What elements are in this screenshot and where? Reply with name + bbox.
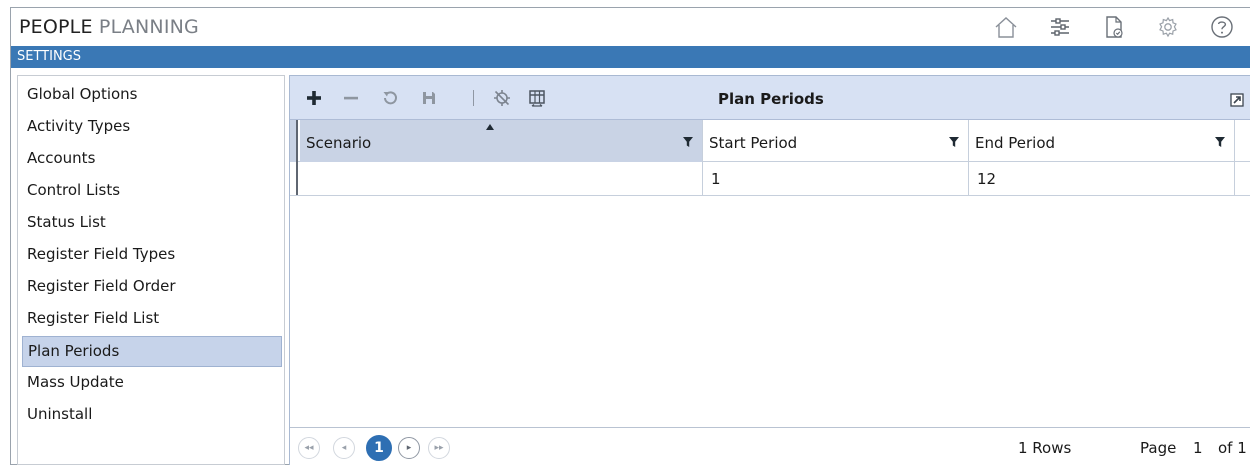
cell-value: 12 [977, 170, 997, 188]
column-label: Start Period [709, 134, 798, 152]
nav-item-mass-update[interactable]: Mass Update [22, 368, 282, 399]
column-header-start-period[interactable]: Start Period [703, 120, 969, 162]
help-icon[interactable] [1207, 12, 1237, 42]
column-label: End Period [975, 134, 1056, 152]
filter-icon[interactable] [682, 136, 694, 148]
sort-ascending-icon [486, 124, 494, 130]
column-header-scenario[interactable]: Scenario [300, 120, 703, 162]
nav-item-activity-types[interactable]: Activity Types [22, 112, 282, 143]
last-page-button[interactable]: ▸▸ [428, 437, 450, 459]
column-header-end-period[interactable]: End Period [969, 120, 1235, 162]
nav-item-global-options[interactable]: Global Options [22, 80, 282, 111]
grid-header: Scenario Start Period End Period [290, 120, 1250, 162]
nav-item-register-field-types[interactable]: Register Field Types [22, 240, 282, 271]
nav-item-plan-periods[interactable]: Plan Periods [22, 336, 282, 367]
app-window: PEOPLE PLANNING SETTINGS Global Options [10, 7, 1250, 465]
next-page-button[interactable]: ▸ [398, 437, 420, 459]
home-icon[interactable] [991, 12, 1021, 42]
page-total: of 1 [1218, 439, 1247, 457]
previous-page-button[interactable]: ◂ [333, 437, 355, 459]
document-check-icon[interactable] [1099, 12, 1129, 42]
nav-item-control-lists[interactable]: Control Lists [22, 176, 282, 207]
app-title-secondary: PLANNING [98, 16, 199, 38]
nav-item-register-field-order[interactable]: Register Field Order [22, 272, 282, 303]
settings-section-bar: SETTINGS [11, 46, 1250, 68]
save-icon[interactable] [418, 87, 440, 109]
cell-value: 1 [711, 170, 721, 188]
filter-icon[interactable] [1214, 136, 1226, 148]
nav-item-register-field-list[interactable]: Register Field List [22, 304, 282, 335]
first-page-button[interactable]: ◂◂ [298, 437, 320, 459]
table-row[interactable]: 1 12 [290, 162, 1250, 196]
panel-title: Plan Periods [718, 90, 824, 108]
toolbar-separator [473, 90, 474, 106]
nav-item-status-list[interactable]: Status List [22, 208, 282, 239]
remove-icon[interactable] [340, 87, 362, 109]
clear-filter-icon[interactable] [491, 87, 513, 109]
cell-end-period[interactable]: 12 [969, 162, 1235, 195]
header-row-indicator [290, 120, 298, 162]
grid-pager: ◂◂ ◂ 1 ▸ ▸▸ 1 Rows Page 1 of 1 [290, 427, 1250, 465]
cell-start-period[interactable]: 1 [703, 162, 969, 195]
gear-icon[interactable] [1153, 12, 1183, 42]
section-title: SETTINGS [17, 49, 82, 64]
expand-icon[interactable] [1230, 92, 1244, 107]
nav-item-accounts[interactable]: Accounts [22, 144, 282, 175]
add-icon[interactable] [303, 87, 325, 109]
rows-count: 1 Rows [1018, 439, 1072, 457]
app-title-primary: PEOPLE [19, 16, 93, 38]
header-actions [991, 12, 1250, 42]
grid-toolbar: Plan Periods [290, 76, 1250, 120]
nav-item-uninstall[interactable]: Uninstall [22, 400, 282, 431]
refresh-icon[interactable] [379, 87, 401, 109]
cell-scenario[interactable] [300, 162, 703, 195]
column-label: Scenario [306, 134, 372, 152]
column-chooser-icon[interactable] [526, 87, 548, 109]
page-number-input[interactable]: 1 [1193, 439, 1203, 457]
plan-periods-panel: Plan Periods Scenario Start Period End P… [289, 75, 1250, 465]
settings-nav: Global Options Activity Types Accounts C… [17, 75, 285, 465]
row-indicator [290, 162, 298, 195]
filter-icon[interactable] [948, 136, 960, 148]
app-header: PEOPLE PLANNING [11, 8, 1250, 46]
current-page-button[interactable]: 1 [366, 435, 392, 461]
sliders-icon[interactable] [1045, 12, 1075, 42]
app-title: PEOPLE PLANNING [19, 16, 199, 38]
page-label: Page [1140, 439, 1177, 457]
